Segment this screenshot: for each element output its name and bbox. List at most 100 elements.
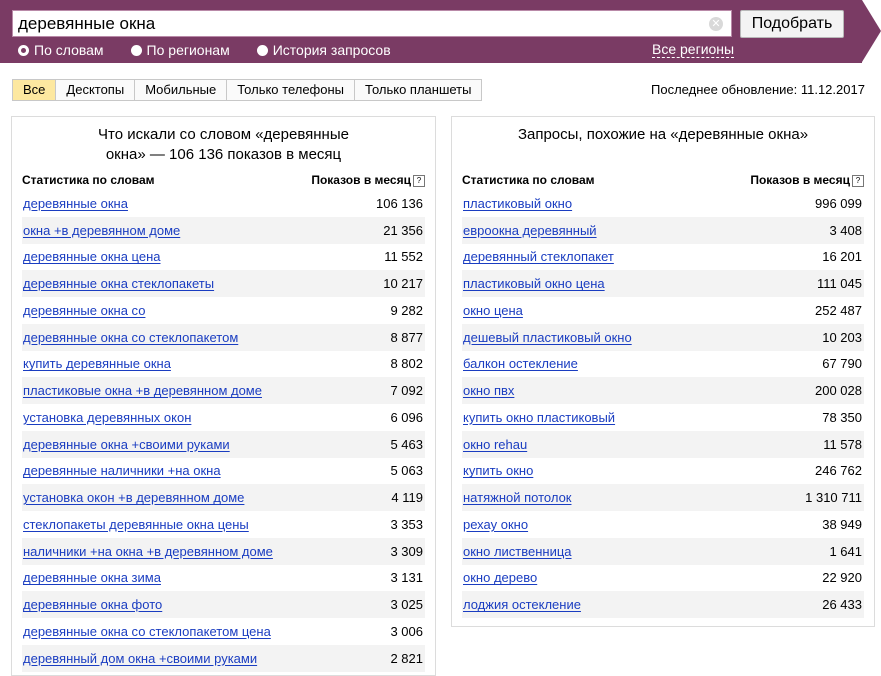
shows-count: 3 408 <box>829 222 862 238</box>
right-panel: Запросы, похожие на «деревянные окна» Ст… <box>451 116 875 627</box>
phrase-link[interactable]: евроокна деревянный <box>462 223 597 238</box>
table-row: окно дерево 22 920 <box>462 564 864 592</box>
shows-count: 11 578 <box>823 436 862 452</box>
table-row: деревянные наличники +на окна 5 063 <box>22 457 425 485</box>
shows-count: 200 028 <box>815 383 862 399</box>
table-row: окно цена 252 487 <box>462 297 864 324</box>
shows-count: 246 762 <box>815 463 862 479</box>
search-input[interactable] <box>18 13 698 34</box>
shows-count: 1 641 <box>829 543 862 559</box>
phrase-link[interactable]: стеклопакеты деревянные окна цены <box>22 517 249 532</box>
phrase-link[interactable]: пластиковый окно <box>462 196 572 211</box>
shows-count: 67 790 <box>822 356 862 372</box>
search-band: ✕ Подобрать По словам По регионам Истори… <box>0 0 881 63</box>
tab-desktops[interactable]: Десктопы <box>56 80 136 100</box>
col-phrase-header: Статистика по словам <box>22 173 155 187</box>
table-row: деревянные окна со стеклопакетом цена 3 0… <box>22 618 425 645</box>
col-count-label: Показов в месяц <box>311 173 411 187</box>
tab-phones-only[interactable]: Только телефоны <box>227 80 356 100</box>
phrase-link[interactable]: окно пвх <box>462 383 514 398</box>
phrase-link[interactable]: окно цена <box>462 303 523 318</box>
search-band-arrow <box>862 0 881 62</box>
shows-count: 1 310 711 <box>805 490 862 506</box>
left-panel-title: Что искали со словом «деревянные окна» —… <box>12 125 435 165</box>
right-column-header: Статистика по словам Показов в месяц? <box>462 173 864 189</box>
mode-by-words[interactable]: По словам <box>18 42 104 58</box>
phrase-link[interactable]: деревянные окна стеклопакеты <box>22 276 214 291</box>
shows-count: 4 119 <box>391 490 423 506</box>
table-row: деревянный дом окна +своими руками 2 821 <box>22 644 425 672</box>
mode-by-regions[interactable]: По регионам <box>130 42 230 58</box>
shows-count: 3 309 <box>390 543 423 559</box>
phrase-link[interactable]: окно rehau <box>462 437 527 452</box>
tab-mobile[interactable]: Мобильные <box>135 80 228 100</box>
phrase-link[interactable]: деревянные окна <box>22 196 128 211</box>
table-row: деревянные окна +своими руками 5 463 <box>22 430 425 458</box>
phrase-link[interactable]: купить окно пластиковый <box>462 410 615 425</box>
phrase-link[interactable]: лоджия остекление <box>462 597 581 612</box>
search-box[interactable]: ✕ <box>12 10 732 37</box>
phrase-link[interactable]: окно дерево <box>462 570 537 585</box>
table-row: деревянные окна зима 3 131 <box>22 564 425 592</box>
left-title-line1: Что искали со словом «деревянные <box>98 126 349 143</box>
clear-icon[interactable]: ✕ <box>709 17 723 31</box>
phrase-link[interactable]: деревянные окна со стеклопакетом <box>22 330 238 345</box>
phrase-link[interactable]: установка окон +в деревянном доме <box>22 490 244 505</box>
shows-count: 38 949 <box>822 516 862 532</box>
tab-all[interactable]: Все <box>13 80 57 100</box>
phrase-link[interactable]: купить окно <box>462 463 533 478</box>
shows-count: 10 203 <box>822 329 862 345</box>
help-icon[interactable]: ? <box>413 175 425 187</box>
phrase-link[interactable]: окна +в деревянном доме <box>22 223 180 238</box>
table-row: рехау окно 38 949 <box>462 511 864 538</box>
shows-count: 22 920 <box>822 570 862 586</box>
left-panel: Что искали со словом «деревянные окна» —… <box>11 116 436 676</box>
shows-count: 11 552 <box>384 249 423 265</box>
radio-selected-icon[interactable] <box>18 44 29 56</box>
pick-button[interactable]: Подобрать <box>740 10 844 38</box>
shows-count: 106 136 <box>376 195 423 211</box>
table-row: натяжной потолок 1 310 711 <box>462 484 864 511</box>
phrase-link[interactable]: балкон остекление <box>462 356 578 371</box>
all-regions-link[interactable]: Все регионы <box>652 41 735 58</box>
phrase-link[interactable]: деревянные окна зима <box>22 570 161 585</box>
radio-icon[interactable] <box>130 44 142 56</box>
phrase-link[interactable]: деревянные окна со <box>22 303 145 318</box>
shows-count: 21 356 <box>383 222 423 238</box>
col-count-header: Показов в месяц? <box>311 173 425 187</box>
phrase-link[interactable]: деревянные наличники +на окна <box>22 463 221 478</box>
phrase-link[interactable]: деревянные окна +своими руками <box>22 437 230 452</box>
mode-history[interactable]: История запросов <box>256 42 391 58</box>
shows-count: 5 463 <box>390 436 423 452</box>
shows-count: 7 092 <box>390 383 423 399</box>
phrase-link[interactable]: пластиковые окна +в деревянном доме <box>22 383 262 398</box>
phrase-link[interactable]: деревянный стеклопакет <box>462 249 614 264</box>
help-icon[interactable]: ? <box>852 175 864 187</box>
radio-icon[interactable] <box>256 44 268 56</box>
mode-label: По регионам <box>146 42 230 58</box>
phrase-link[interactable]: деревянный дом окна +своими руками <box>22 651 257 666</box>
phrase-link[interactable]: деревянные окна со стеклопакетом цена <box>22 624 271 639</box>
phrase-link[interactable]: купить деревянные окна <box>22 356 171 371</box>
table-row: деревянные окна стеклопакеты 10 217 <box>22 270 425 297</box>
phrase-link[interactable]: натяжной потолок <box>462 490 571 505</box>
table-row: купить окно 246 762 <box>462 457 864 485</box>
phrase-link[interactable]: наличники +на окна +в деревянном доме <box>22 544 273 559</box>
phrase-link[interactable]: пластиковый окно цена <box>462 276 605 291</box>
phrase-link[interactable]: установка деревянных окон <box>22 410 191 425</box>
col-count-label: Показов в месяц <box>750 173 850 187</box>
phrase-link[interactable]: дешевый пластиковый окно <box>462 330 632 345</box>
col-phrase-header: Статистика по словам <box>462 173 595 187</box>
tab-tablets-only[interactable]: Только планшеты <box>355 80 482 100</box>
phrase-link[interactable]: окно лиственница <box>462 544 572 559</box>
phrase-link[interactable]: деревянные окна цена <box>22 249 161 264</box>
phrase-link[interactable]: деревянные окна фото <box>22 597 162 612</box>
table-row: купить деревянные окна 8 802 <box>22 350 425 378</box>
table-row: окно пвх 200 028 <box>462 377 864 404</box>
table-row: пластиковый окно цена 111 045 <box>462 270 864 297</box>
last-update-text: Последнее обновление: 11.12.2017 <box>651 82 865 97</box>
table-row: деревянные окна фото 3 025 <box>22 591 425 618</box>
shows-count: 2 821 <box>390 650 423 666</box>
right-panel-title: Запросы, похожие на «деревянные окна» <box>517 126 809 143</box>
phrase-link[interactable]: рехау окно <box>462 517 528 532</box>
